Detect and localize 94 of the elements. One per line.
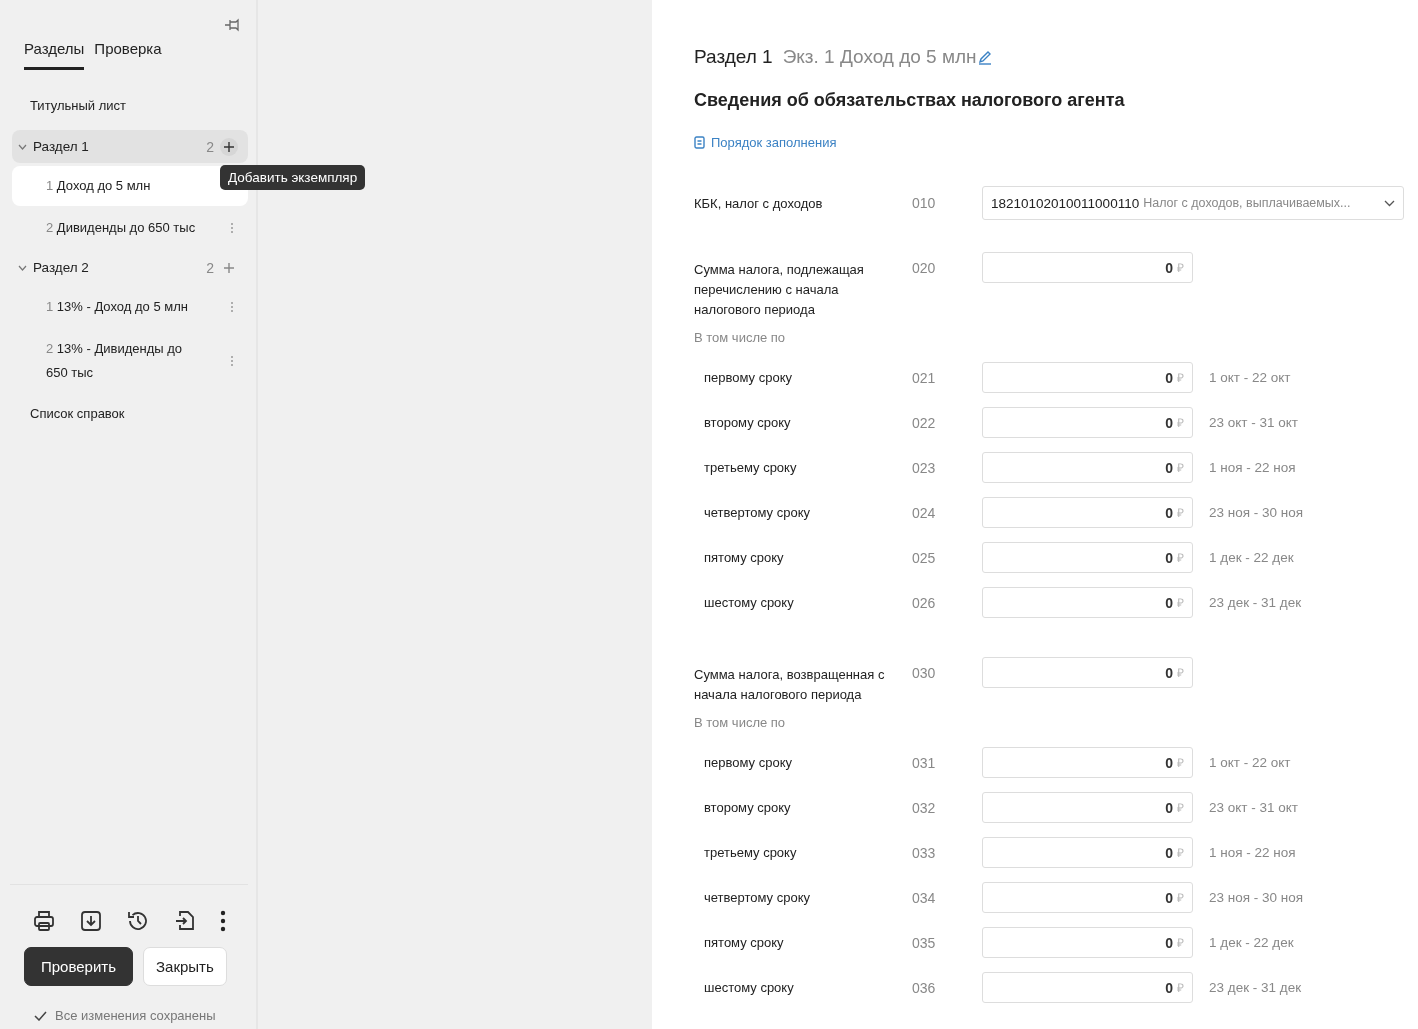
section-label: Раздел 2 — [33, 260, 90, 275]
tab[interactable]: Разделы — [24, 40, 85, 70]
field-label: первому сроку — [703, 755, 793, 770]
instance-label: 2 Дивиденды до 650 тыс — [46, 219, 196, 237]
pin-icon[interactable] — [224, 18, 242, 32]
nav-item[interactable]: Список справок — [12, 394, 248, 436]
close-button[interactable]: Закрыть — [143, 947, 227, 986]
field-label: пятому сроку — [703, 550, 785, 565]
period-label: 1 дек - 22 дек — [1208, 550, 1295, 565]
section-heading: Раздел 1 — [694, 46, 773, 68]
pencil-icon[interactable] — [976, 49, 993, 65]
nav-item[interactable]: Титульный лист — [12, 86, 248, 128]
field-code: 036 — [912, 979, 937, 996]
field-label: первому сроку — [703, 370, 793, 385]
amount-field[interactable]: 0 ₽ — [982, 362, 1193, 393]
field-label: шестому сроку — [703, 980, 795, 995]
field-code: 023 — [912, 459, 937, 476]
field-label: шестому сроку — [703, 595, 795, 610]
chevron-icon — [1384, 199, 1395, 207]
field-label: Сумма налога, возвращенная с начала налогового периода — [694, 666, 886, 704]
period-label: 1 окт - 22 окт — [1208, 755, 1292, 770]
period-label: 1 окт - 22 окт — [1208, 370, 1292, 385]
field-label: четвертому сроку — [703, 890, 811, 905]
field-label: третьему сроку — [703, 460, 798, 475]
history-icon[interactable] — [125, 909, 150, 933]
instance-item[interactable]: 2 Дивиденды до 650 тыс — [12, 208, 248, 248]
field-label: четвертому сроку — [703, 505, 811, 520]
field-code: 024 — [912, 504, 937, 521]
amount-field[interactable]: 0 ₽ — [982, 657, 1193, 688]
field-code: 033 — [912, 844, 937, 861]
amount-field[interactable]: 0 ₽ — [982, 587, 1193, 618]
group-subtitle: В том числе по — [694, 330, 787, 345]
field-code: 031 — [912, 754, 937, 771]
field-code: 034 — [912, 889, 937, 906]
amount-field[interactable]: 0 ₽ — [982, 972, 1193, 1003]
field-label: пятому сроку — [703, 935, 785, 950]
period-label: 23 окт - 31 окт — [1208, 800, 1300, 815]
field-label: Сумма налога, подлежащая перечислению с начала налогового периода — [694, 261, 865, 319]
period-label: 1 ноя - 22 ноя — [1208, 845, 1297, 860]
section-item[interactable]: Раздел 2 2 — [12, 251, 248, 284]
amount-field[interactable]: 0 ₽ — [982, 407, 1193, 438]
field-label: второму сроку — [703, 415, 792, 430]
tooltip: Добавить экземпляр — [220, 165, 366, 190]
group-subtitle: В том числе по — [694, 715, 787, 730]
field-label: третьему сроку — [703, 845, 798, 860]
plus-icon[interactable] — [220, 137, 238, 156]
save-status: Все изменения сохранены — [55, 1008, 216, 1023]
amount-field[interactable]: 0 ₽ — [982, 542, 1193, 573]
field-label: КБК, налог с доходов — [694, 195, 824, 211]
period-label: 23 ноя - 30 ноя — [1208, 505, 1305, 520]
check-button[interactable]: Проверить — [24, 947, 133, 986]
period-label: 23 дек - 31 дек — [1208, 980, 1303, 995]
more-icon[interactable] — [220, 910, 227, 932]
field-code: 030 — [912, 665, 937, 681]
form-title: Сведения об обязательствах налогового агента — [694, 90, 1126, 111]
field-code: 025 — [912, 549, 937, 566]
instructions-link[interactable]: Порядок заполнения — [711, 135, 837, 150]
kbk-dropdown[interactable]: 18210102010011000110 Налог с доходов, выплачиваемых... — [982, 186, 1404, 220]
amount-field[interactable]: 0 ₽ — [982, 497, 1193, 528]
instance-label: 1 13% - Доход до 5 млн — [46, 298, 188, 316]
field-code: 022 — [912, 414, 937, 431]
count: 2 — [206, 138, 214, 155]
download-icon[interactable] — [78, 909, 103, 933]
instance-label: 2 13% - Дивиденды до 650 тыс — [46, 340, 183, 382]
amount-field[interactable]: 0 ₽ — [982, 747, 1193, 778]
document-icon — [694, 136, 705, 149]
amount-field[interactable]: 0 ₽ — [982, 252, 1193, 283]
amount-field[interactable]: 0 ₽ — [982, 837, 1193, 868]
tab[interactable]: Проверка — [94, 40, 162, 70]
instance-item[interactable]: 1 13% - Доход до 5 млн — [12, 287, 248, 327]
amount-field[interactable]: 0 ₽ — [982, 882, 1193, 913]
chevron-icon[interactable] — [18, 143, 27, 150]
field-code: 026 — [912, 594, 937, 611]
period-label: 23 дек - 31 дек — [1208, 595, 1303, 610]
checkmark-icon — [34, 1010, 47, 1021]
chevron-icon[interactable] — [18, 264, 27, 271]
amount-field[interactable]: 0 ₽ — [982, 927, 1193, 958]
field-code: 021 — [912, 369, 937, 386]
instance-name: Экз. 1 Доход до 5 млн — [782, 46, 977, 68]
count: 2 — [206, 259, 214, 276]
amount-field[interactable]: 0 ₽ — [982, 452, 1193, 483]
period-label: 1 дек - 22 дек — [1208, 935, 1295, 950]
amount-field[interactable]: 0 ₽ — [982, 792, 1193, 823]
field-code: 035 — [912, 934, 937, 951]
period-label: 23 ноя - 30 ноя — [1208, 890, 1305, 905]
period-label: 23 окт - 31 окт — [1208, 415, 1300, 430]
field-code: 032 — [912, 799, 937, 816]
instance-item[interactable]: 2 13% - Дивиденды до 650 тыс — [12, 329, 248, 393]
field-code: 010 — [912, 195, 937, 211]
printer-icon[interactable] — [31, 909, 56, 933]
section-label: Раздел 1 — [33, 139, 90, 154]
field-code: 020 — [912, 260, 937, 276]
period-label: 1 ноя - 22 ноя — [1208, 460, 1297, 475]
field-label: второму сроку — [703, 800, 792, 815]
